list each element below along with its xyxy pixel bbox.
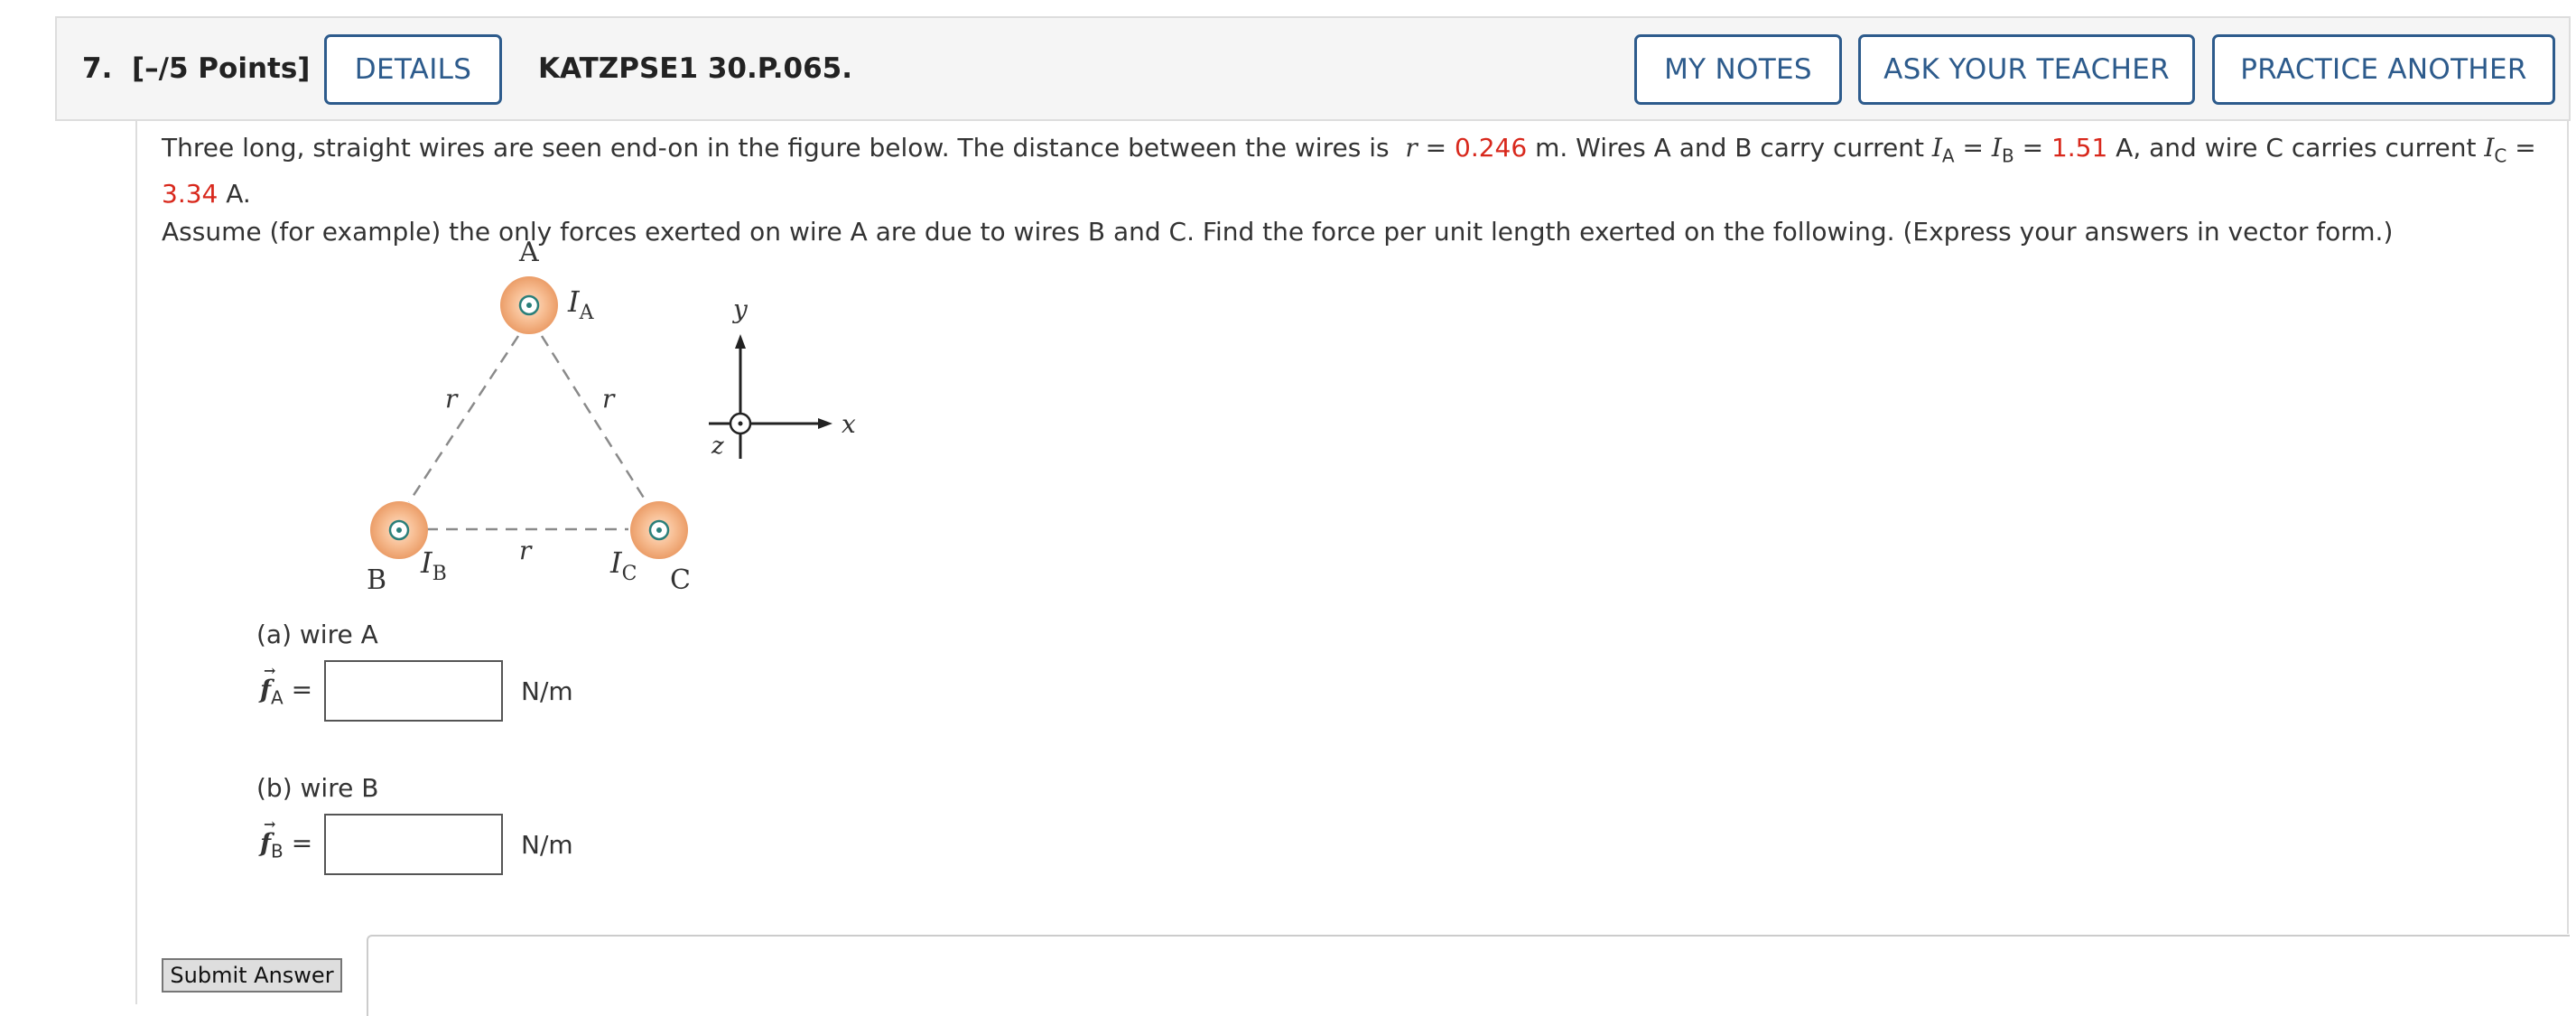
practice-another-button[interactable]: PRACTICE ANOTHER (2212, 34, 2555, 105)
vector-arrow-icon: → (264, 662, 276, 679)
label-wire-c: C (670, 564, 691, 596)
label-current-a: IA (567, 284, 595, 324)
wire-b (370, 501, 428, 559)
axis-label-y: y (731, 294, 749, 324)
label-r-ab: r (445, 384, 459, 414)
content-right-border (2567, 121, 2569, 934)
my-notes-button[interactable]: MY NOTES (1634, 34, 1842, 105)
coordinate-axes: y x z (709, 294, 856, 460)
label-r-bc: r (519, 536, 533, 565)
answer-input-fb[interactable] (324, 814, 503, 875)
wires-figure: A B C IA IB IC r r r y x z (367, 237, 856, 596)
label-r-ac: r (602, 384, 616, 414)
part-a-label: (a) wire A (256, 620, 378, 649)
part-a-unit: N/m (521, 676, 573, 706)
submit-answer-button[interactable]: Submit Answer (162, 958, 342, 993)
vector-arrow-icon: → (264, 816, 276, 833)
label-wire-a: A (518, 237, 539, 268)
ask-your-teacher-button[interactable]: ASK YOUR TEACHER (1858, 34, 2195, 105)
part-b-label: (b) wire B (256, 773, 379, 803)
part-b-unit: N/m (521, 830, 573, 860)
axis-label-x: x (842, 409, 856, 439)
axis-label-z: z (711, 433, 724, 460)
part-b-symbol: → fB = (260, 816, 313, 862)
label-current-c: IC (609, 545, 637, 585)
label-wire-b: B (367, 564, 386, 596)
dashed-line-ab (407, 335, 520, 503)
r-value: 0.246 (1455, 133, 1528, 163)
wire-c (630, 501, 688, 559)
wire-a (500, 276, 558, 334)
label-current-b: IB (420, 545, 447, 585)
current-ab-value: 1.51 (2051, 133, 2108, 163)
dashed-line-ac (540, 335, 648, 503)
answer-input-fa[interactable] (324, 660, 503, 722)
part-a-symbol: → fA = (260, 662, 313, 709)
